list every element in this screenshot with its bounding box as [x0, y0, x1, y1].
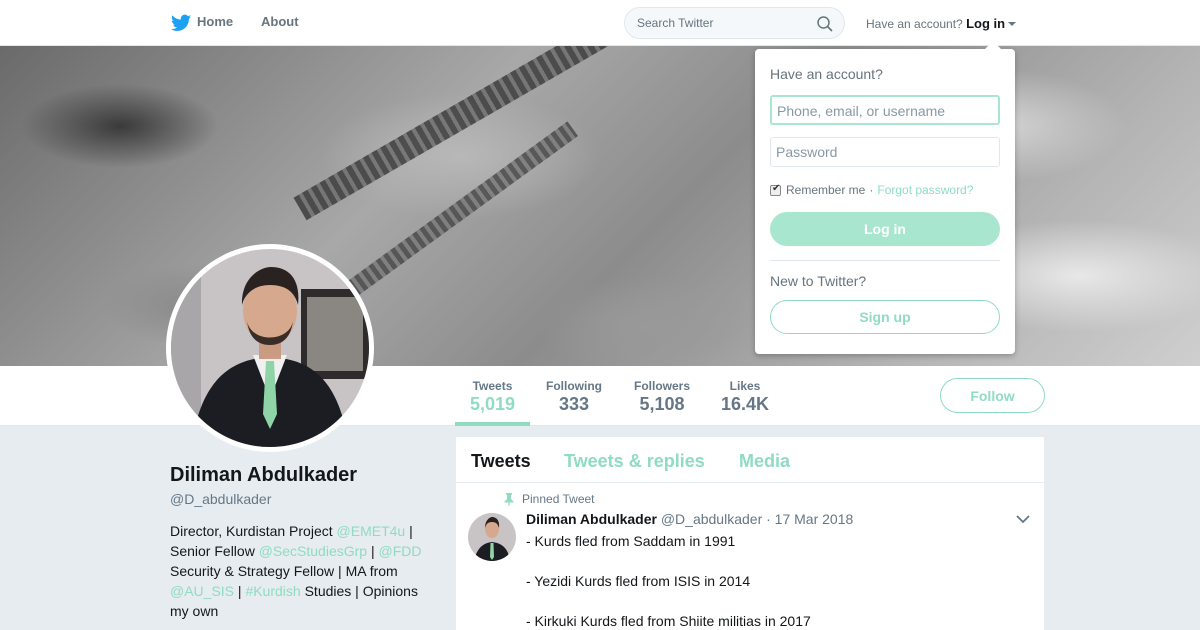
timeline-tabs: Tweets Tweets & replies Media: [456, 437, 1044, 483]
new-to-twitter-text: New to Twitter?: [770, 273, 867, 289]
timeline: Tweets Tweets & replies Media Pinned Twe…: [456, 437, 1044, 630]
profile-handle: @D_abdulkader: [170, 491, 272, 507]
tweet-line: - Yezidi Kurds fled from ISIS in 2014: [526, 573, 751, 589]
signup-button[interactable]: Sign up: [770, 300, 1000, 334]
tweet-text: - Kurds fled from Saddam in 1991 - Yezid…: [526, 531, 811, 630]
stat-likes[interactable]: Likes 16.4K: [715, 366, 775, 426]
stat-tweets[interactable]: Tweets 5,019: [455, 366, 530, 426]
login-submit-button[interactable]: Log in: [770, 212, 1000, 246]
tweet-author-handle[interactable]: @D_abdulkader: [661, 511, 762, 527]
stat-value: 16.4K: [720, 394, 770, 414]
bio-text: |: [234, 583, 246, 599]
search-icon[interactable]: [817, 16, 833, 32]
bio-hashtag-link[interactable]: #Kurdish: [245, 583, 300, 599]
nav-home-link[interactable]: Home: [197, 14, 233, 29]
follow-button[interactable]: Follow: [940, 378, 1045, 413]
tweet-header: Diliman Abdulkader @D_abdulkader · 17 Ma…: [526, 511, 853, 527]
pinned-text: Pinned Tweet: [522, 492, 595, 506]
bio-link[interactable]: @EMET4u: [337, 523, 406, 539]
banner-road-shape: [293, 46, 792, 221]
remember-me-label[interactable]: Remember me: [786, 183, 865, 197]
nav-about-link[interactable]: About: [261, 14, 299, 29]
password-field[interactable]: Password: [770, 137, 1000, 167]
banner-road-shape: [324, 121, 578, 313]
pinned-tweet-label: Pinned Tweet: [504, 492, 595, 506]
login-dropdown: Have an account? Phone, email, or userna…: [755, 41, 1015, 354]
login-dropdown-title: Have an account?: [770, 66, 883, 82]
stat-value: 5,108: [639, 394, 685, 414]
bio-text: Security & Strategy Fellow | MA from: [170, 563, 398, 579]
top-nav-bar: Home About Search Twitter Have an accoun…: [0, 0, 1200, 46]
bio-link[interactable]: @AU_SIS: [170, 583, 234, 599]
stat-followers[interactable]: Followers 5,108: [628, 366, 696, 426]
bio-link[interactable]: @FDD: [379, 543, 422, 559]
stat-value: 333: [558, 394, 590, 414]
search-box[interactable]: Search Twitter: [624, 7, 845, 39]
tweet-line: - Kurds fled from Saddam in 1991: [526, 533, 736, 549]
tweet-author-avatar[interactable]: [468, 513, 516, 561]
stat-following[interactable]: Following 333: [540, 366, 608, 426]
tab-tweets[interactable]: Tweets: [471, 451, 531, 472]
stat-label: Tweets: [472, 379, 513, 393]
forgot-password-link[interactable]: Forgot password?: [877, 183, 973, 197]
twitter-bird-icon[interactable]: [171, 14, 191, 32]
tab-tweets-replies[interactable]: Tweets & replies: [564, 451, 705, 472]
separator-dot: ·: [869, 183, 874, 197]
stat-value: 5,019: [469, 394, 516, 414]
have-account-text: Have an account?: [866, 17, 963, 31]
tweet-line: - Kirkuki Kurds fled from Shiite militia…: [526, 613, 811, 629]
bio-text: |: [367, 543, 379, 559]
bio-text: Director, Kurdistan Project: [170, 523, 337, 539]
tweet-date[interactable]: · 17 Mar 2018: [766, 511, 853, 527]
dropdown-divider: [770, 260, 1000, 261]
chevron-down-icon[interactable]: [1016, 515, 1030, 524]
bio-text: Studies | Opinions: [300, 583, 418, 599]
profile-name: Diliman Abdulkader: [170, 464, 358, 486]
search-input[interactable]: Search Twitter: [637, 16, 713, 30]
login-link[interactable]: Log in: [966, 16, 1005, 31]
pin-icon: [504, 492, 514, 506]
profile-bio: Director, Kurdistan Project @EMET4u | Se…: [170, 521, 430, 621]
tweet-author-name[interactable]: Diliman Abdulkader: [526, 511, 657, 527]
username-field[interactable]: Phone, email, or username: [770, 95, 1000, 125]
remember-me-row: Remember me · Forgot password?: [770, 183, 973, 197]
tab-media[interactable]: Media: [739, 451, 790, 472]
stat-label: Followers: [633, 379, 690, 393]
avatar-photo: [171, 249, 369, 447]
bio-text: Senior Fellow: [170, 543, 259, 559]
remember-me-checkbox[interactable]: [770, 183, 781, 196]
bio-text: my own: [170, 603, 219, 619]
stat-label: Following: [546, 379, 602, 393]
profile-avatar[interactable]: [166, 244, 374, 452]
stat-label: Likes: [729, 379, 761, 393]
bio-link[interactable]: @SecStudiesGrp: [259, 543, 367, 559]
bio-text: |: [405, 523, 413, 539]
login-toggle[interactable]: Have an account? Log in: [866, 16, 1017, 31]
caret-down-icon: [1008, 22, 1017, 26]
